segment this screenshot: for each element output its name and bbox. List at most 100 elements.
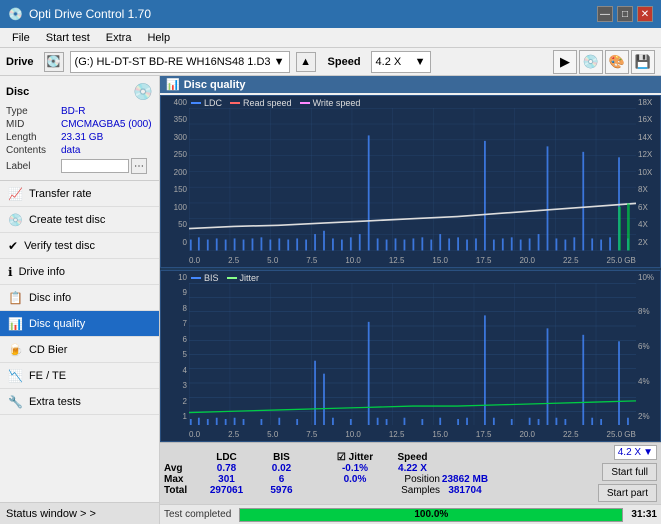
- sidebar-item-label-extra-tests: Extra tests: [29, 396, 81, 408]
- progress-status: Test completed: [164, 509, 231, 520]
- y-axis-left-1: 400 350 300 250 200 150 100 50 0: [161, 96, 189, 249]
- speed-control-row: 4.2 X ▼: [614, 445, 657, 460]
- menu-file[interactable]: File: [4, 30, 38, 46]
- col-header-jitter: ☑ Jitter: [325, 452, 385, 463]
- sidebar-item-fe-te[interactable]: 📉 FE / TE: [0, 363, 159, 389]
- disc-quality-icon-header: 📊: [166, 78, 180, 91]
- charts-container: LDC Read speed Write speed 400 350 300: [160, 95, 661, 442]
- total-samples: 381704: [440, 485, 490, 496]
- window-controls: — □ ✕: [597, 6, 653, 22]
- progress-text: 100.0%: [240, 509, 622, 521]
- drive-eject-icon[interactable]: 💽: [44, 52, 64, 72]
- y-axis-right-1: 18X 16X 14X 12X 10X 8X 6X 4X 2X: [636, 96, 660, 249]
- toolbar-icon-disc[interactable]: 💿: [579, 50, 603, 74]
- stats-data-area: LDC BIS ☑ Jitter Speed Avg 0.78 0.02: [160, 442, 661, 504]
- drive-label: Drive: [6, 56, 34, 68]
- disc-contents-value: data: [61, 145, 80, 156]
- speed-select[interactable]: 4.2 X ▼: [371, 51, 431, 73]
- legend-ldc: LDC: [191, 98, 222, 108]
- legend-bis: BIS: [191, 273, 219, 283]
- drive-select[interactable]: (G:) HL-DT-ST BD-RE WH16NS48 1.D3 ▼: [70, 51, 290, 73]
- chart-ldc: LDC Read speed Write speed 400 350 300: [160, 95, 661, 268]
- toolbar-icons: ▶ 💿 🎨 💾: [553, 50, 655, 74]
- status-window[interactable]: Status window > >: [0, 502, 159, 524]
- progress-row: Test completed 100.0% 31:31: [160, 504, 661, 524]
- sidebar-item-label-cd-bier: CD Bier: [29, 344, 68, 356]
- right-controls: 4.2 X ▼ Start full Start part: [598, 445, 657, 502]
- drivebar: Drive 💽 (G:) HL-DT-ST BD-RE WH16NS48 1.D…: [0, 48, 661, 76]
- disc-mid-value: CMCMAGBA5 (000): [61, 119, 152, 130]
- max-position: 23862 MB: [440, 474, 490, 485]
- fe-te-icon: 📉: [8, 369, 23, 383]
- sidebar-item-label-fe-te: FE / TE: [29, 370, 66, 382]
- close-button[interactable]: ✕: [637, 6, 653, 22]
- sidebar-item-label-transfer-rate: Transfer rate: [29, 188, 92, 200]
- verify-test-disc-icon: ✔: [8, 239, 18, 253]
- total-bis: 5976: [254, 485, 309, 496]
- disc-label-label: Label: [6, 161, 61, 172]
- progress-bar-container: 100.0%: [239, 508, 623, 522]
- read-dot: [230, 102, 240, 104]
- sidebar-item-disc-quality[interactable]: 📊 Disc quality: [0, 311, 159, 337]
- sidebar-item-create-test-disc[interactable]: 💿 Create test disc: [0, 207, 159, 233]
- menu-extra[interactable]: Extra: [98, 30, 140, 46]
- speed-dropdown[interactable]: 4.2 X ▼: [614, 445, 657, 460]
- max-bis: 6: [254, 474, 309, 485]
- menu-start-test[interactable]: Start test: [38, 30, 98, 46]
- sidebar-item-label-create-test-disc: Create test disc: [29, 214, 105, 226]
- chart-bis: BIS Jitter 10 9 8 7 6 5 4 3: [160, 270, 661, 443]
- sidebar-item-verify-test-disc[interactable]: ✔ Verify test disc: [0, 233, 159, 259]
- col-header-bis: BIS: [254, 452, 309, 463]
- app-title-bar: 💿 Opti Drive Control 1.70: [8, 7, 151, 21]
- speed-label: Speed: [328, 56, 361, 68]
- y-axis-right-2: 10% 8% 6% 4% 2%: [636, 271, 660, 424]
- progress-time: 31:31: [631, 509, 657, 520]
- avg-speed: 4.22 X: [385, 463, 440, 474]
- total-ldc: 297061: [199, 485, 254, 496]
- sidebar-item-transfer-rate[interactable]: 📈 Transfer rate: [0, 181, 159, 207]
- sidebar-item-label-disc-info: Disc info: [29, 292, 71, 304]
- menu-help[interactable]: Help: [139, 30, 178, 46]
- toolbar-icon-save[interactable]: 💾: [631, 50, 655, 74]
- sidebar-item-label-verify-test-disc: Verify test disc: [24, 240, 95, 252]
- drive-action-icon[interactable]: ▲: [296, 52, 316, 72]
- ldc-label: LDC: [204, 98, 222, 108]
- start-part-button[interactable]: Start part: [598, 484, 657, 502]
- chart-legend-1: LDC Read speed Write speed: [191, 98, 360, 108]
- speed-dropdown-arrow: ▼: [643, 447, 653, 458]
- ldc-dot: [191, 102, 201, 104]
- legend-write-speed: Write speed: [300, 98, 361, 108]
- chart-legend-2: BIS Jitter: [191, 273, 259, 283]
- legend-jitter: Jitter: [227, 273, 260, 283]
- minimize-button[interactable]: —: [597, 6, 613, 22]
- menubar: File Start test Extra Help: [0, 28, 661, 48]
- disc-label-btn[interactable]: ⋯: [131, 158, 147, 174]
- sidebar-item-extra-tests[interactable]: 🔧 Extra tests: [0, 389, 159, 415]
- speed-select-value: 4.2 X: [376, 56, 402, 68]
- disc-label-input[interactable]: [61, 159, 129, 173]
- sidebar-item-disc-info[interactable]: 📋 Disc info: [0, 285, 159, 311]
- maximize-button[interactable]: □: [617, 6, 633, 22]
- stats-row-max: Max 301 6 0.0% Position 23862 MB: [164, 474, 490, 485]
- disc-panel: Disc 💿 Type BD-R MID CMCMAGBA5 (000) Len…: [0, 76, 159, 181]
- max-label: Max: [164, 474, 199, 485]
- cd-bier-icon: 🍺: [8, 343, 23, 357]
- sidebar-item-cd-bier[interactable]: 🍺 CD Bier: [0, 337, 159, 363]
- toolbar-icon-play[interactable]: ▶: [553, 50, 577, 74]
- drive-select-arrow: ▼: [274, 56, 285, 68]
- drive-select-value: (G:) HL-DT-ST BD-RE WH16NS48 1.D3: [75, 56, 271, 68]
- disc-type-value: BD-R: [61, 106, 85, 117]
- status-window-label: Status window > >: [6, 508, 96, 520]
- toolbar-icon-color[interactable]: 🎨: [605, 50, 629, 74]
- drive-info-icon: ℹ: [8, 265, 13, 279]
- disc-info-icon: 📋: [8, 291, 23, 305]
- sidebar-item-drive-info[interactable]: ℹ Drive info: [0, 259, 159, 285]
- disc-icon: 💿: [133, 82, 153, 102]
- speed-select-arrow: ▼: [415, 56, 426, 68]
- disc-mid-label: MID: [6, 119, 61, 130]
- disc-type-label: Type: [6, 106, 61, 117]
- stats-bottom-area: LDC BIS ☑ Jitter Speed Avg 0.78 0.02: [160, 442, 661, 524]
- start-full-button[interactable]: Start full: [602, 463, 657, 481]
- stats-table: LDC BIS ☑ Jitter Speed Avg 0.78 0.02: [164, 452, 490, 496]
- sidebar: Disc 💿 Type BD-R MID CMCMAGBA5 (000) Len…: [0, 76, 160, 524]
